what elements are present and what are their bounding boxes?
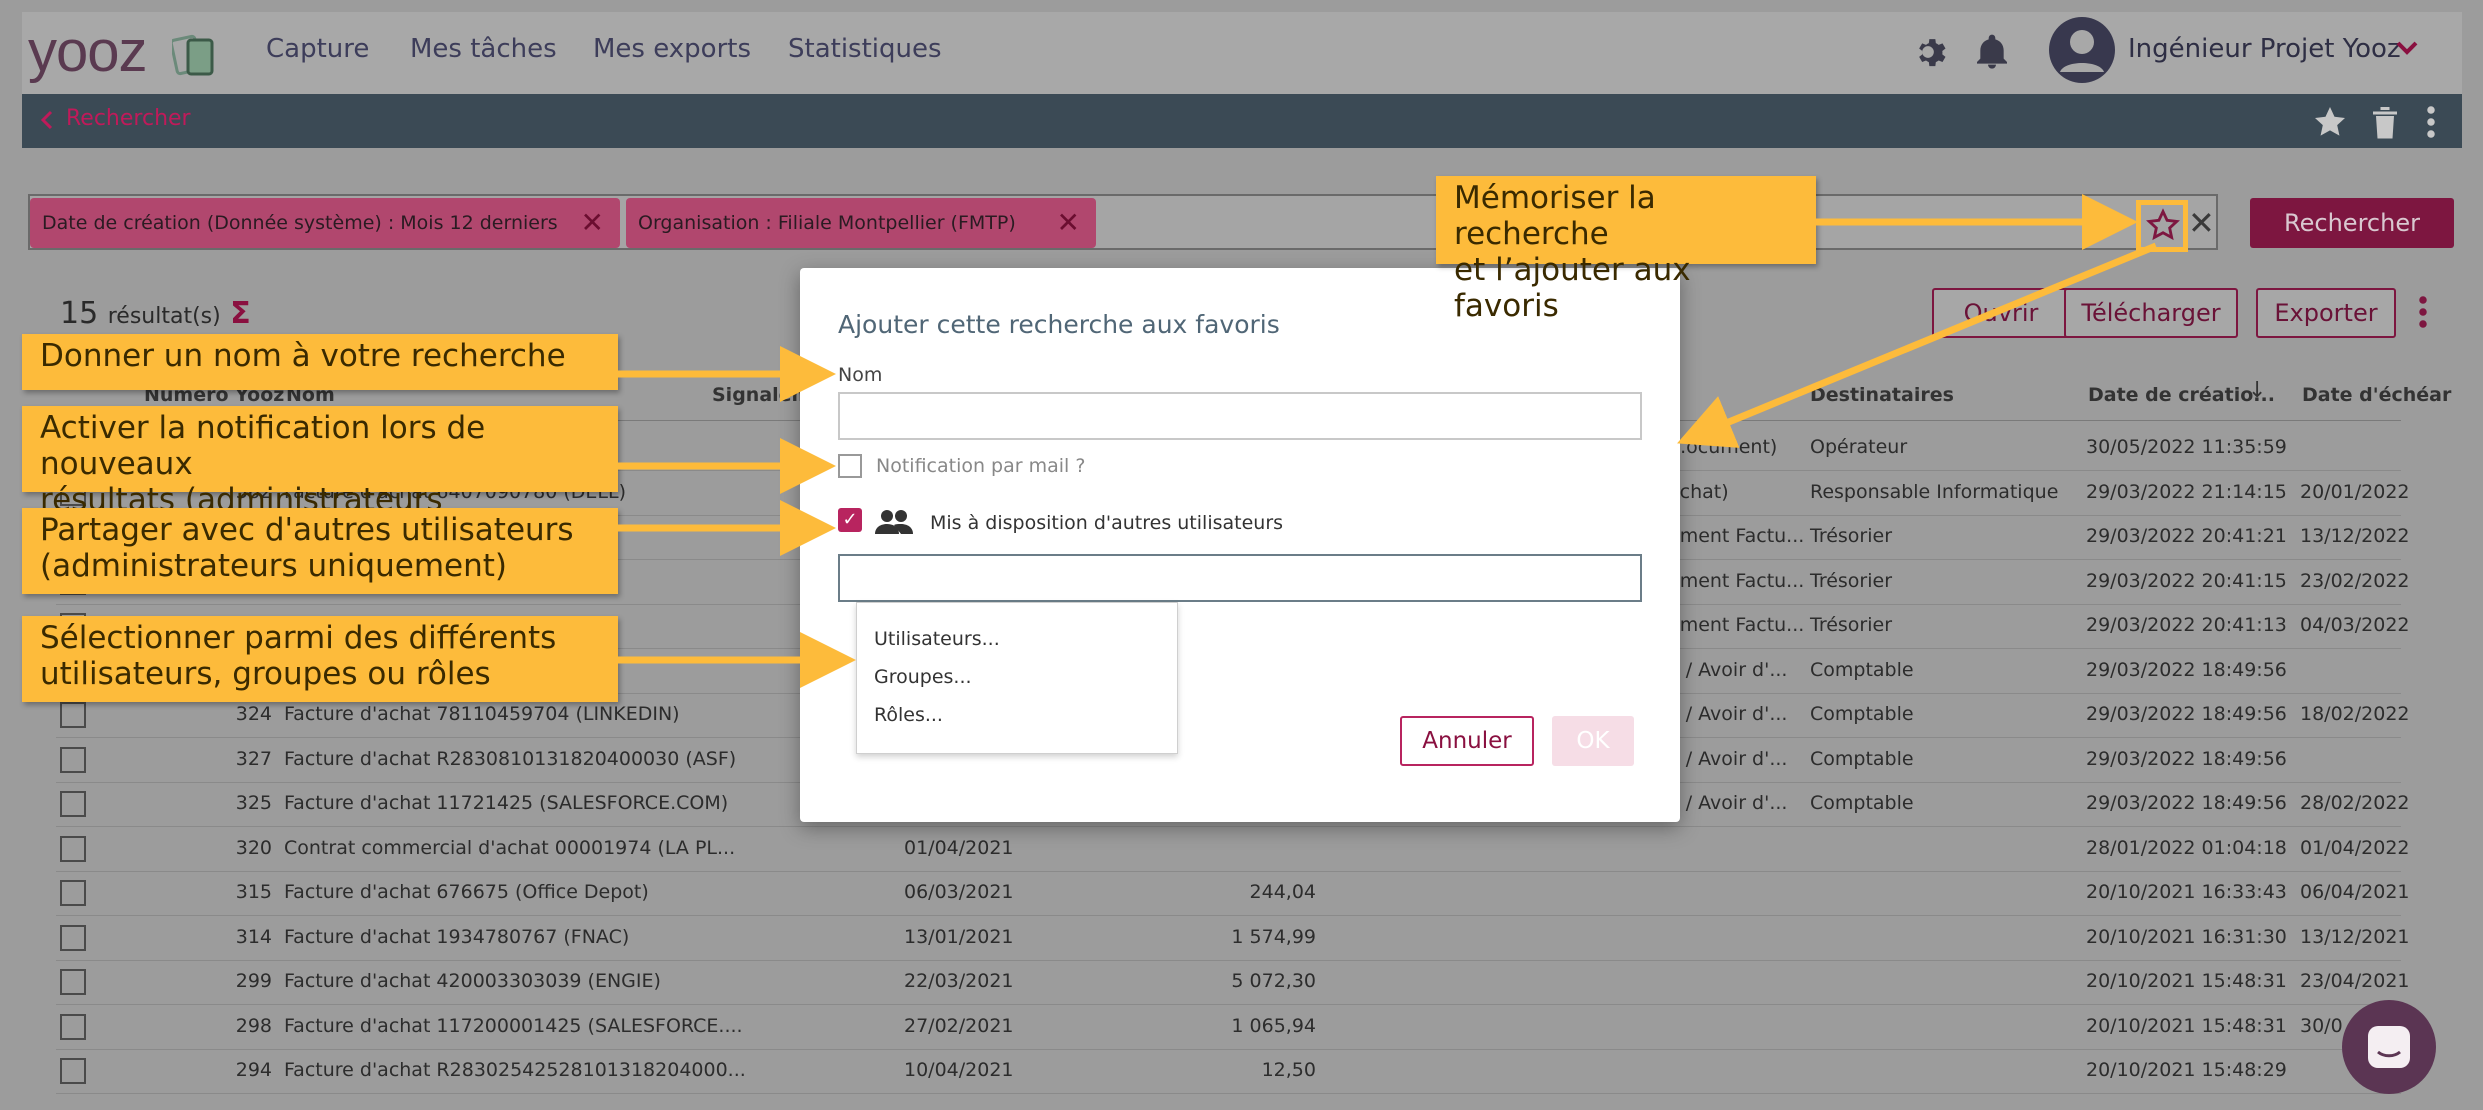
callout-arrows [618,194,2158,688]
chat-icon[interactable] [2364,1022,2414,1072]
